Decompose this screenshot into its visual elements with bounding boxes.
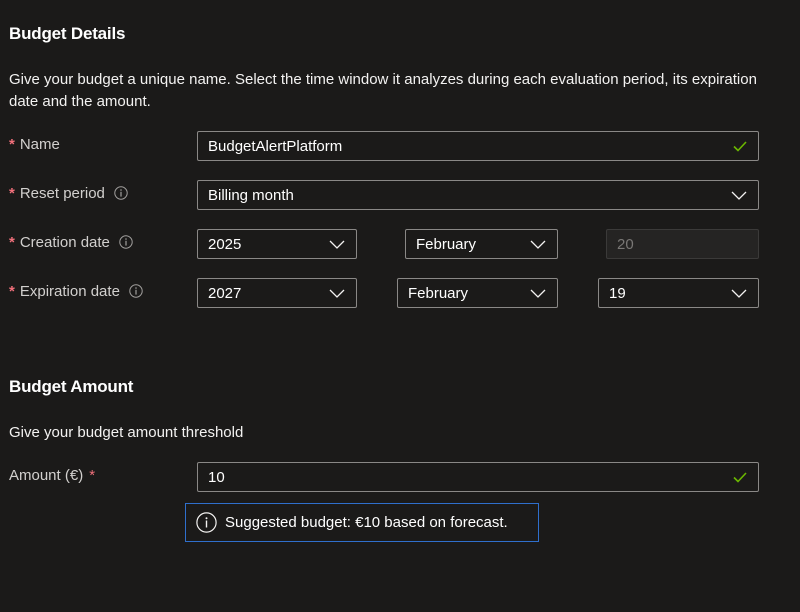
expiration-date-label: * Expiration date xyxy=(9,276,143,306)
amount-label: Amount (€) * xyxy=(9,460,95,490)
required-marker: * xyxy=(9,184,15,202)
creation-year-value: 2025 xyxy=(208,235,242,253)
info-circle-icon xyxy=(196,512,217,533)
checkmark-icon xyxy=(733,472,747,483)
budget-details-description: Give your budget a unique name. Select t… xyxy=(9,71,757,110)
name-label: * Name xyxy=(9,129,60,159)
amount-input[interactable]: 10 xyxy=(197,462,759,492)
info-circle-icon[interactable] xyxy=(114,186,128,200)
budget-amount-title: Budget Amount xyxy=(9,377,134,396)
creation-month-dropdown[interactable]: February xyxy=(405,229,558,259)
required-marker: * xyxy=(9,282,15,300)
checkmark-icon xyxy=(733,141,747,152)
suggested-budget-text: Suggested budget: €10 based on forecast. xyxy=(225,514,508,531)
expiration-day-value: 19 xyxy=(609,284,626,302)
creation-year-dropdown[interactable]: 2025 xyxy=(197,229,357,259)
required-marker: * xyxy=(9,135,15,153)
info-circle-icon[interactable] xyxy=(119,235,133,249)
amount-label-text: Amount (€) xyxy=(9,466,84,484)
creation-day-field: 20 xyxy=(606,229,759,259)
reset-period-value: Billing month xyxy=(208,186,294,204)
budget-form: Budget Details Give your budget a unique… xyxy=(0,0,800,612)
expiration-date-label-text: Expiration date xyxy=(19,282,120,300)
reset-period-dropdown[interactable]: Billing month xyxy=(197,180,759,210)
required-marker: * xyxy=(9,233,15,251)
info-circle-icon[interactable] xyxy=(129,284,143,298)
expiration-month-dropdown[interactable]: February xyxy=(397,278,558,308)
chevron-down-icon xyxy=(731,191,747,200)
budget-details-title: Budget Details xyxy=(9,24,126,43)
suggested-budget-callout: Suggested budget: €10 based on forecast. xyxy=(185,503,539,542)
creation-month-value: February xyxy=(416,235,477,253)
creation-date-label-text: Creation date xyxy=(19,233,110,251)
name-input[interactable]: BudgetAlertPlatform xyxy=(197,131,759,161)
name-input-value: BudgetAlertPlatform xyxy=(208,137,343,155)
reset-period-label-text: Reset period xyxy=(19,184,105,202)
expiration-year-dropdown[interactable]: 2027 xyxy=(197,278,357,308)
chevron-down-icon xyxy=(530,240,546,249)
reset-period-label: * Reset period xyxy=(9,178,128,208)
amount-input-value: 10 xyxy=(208,468,225,486)
name-label-text: Name xyxy=(19,135,60,153)
chevron-down-icon xyxy=(329,289,345,298)
expiration-day-dropdown[interactable]: 19 xyxy=(598,278,759,308)
chevron-down-icon xyxy=(731,289,747,298)
creation-date-label: * Creation date xyxy=(9,227,133,257)
chevron-down-icon xyxy=(530,289,546,298)
creation-day-value: 20 xyxy=(617,235,634,253)
budget-amount-description: Give your budget amount threshold xyxy=(9,424,244,441)
required-marker: * xyxy=(89,466,96,484)
expiration-year-value: 2027 xyxy=(208,284,242,302)
chevron-down-icon xyxy=(329,240,345,249)
expiration-month-value: February xyxy=(408,284,469,302)
